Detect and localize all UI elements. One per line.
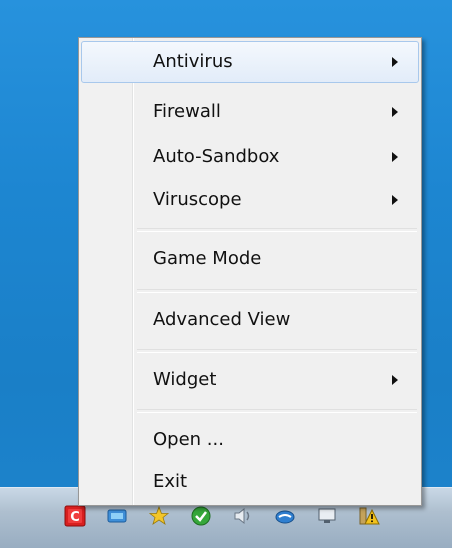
menu-separator	[137, 289, 417, 293]
tray-context-menu: Antivirus Firewall Auto-Sandbox Viruscop…	[78, 37, 422, 506]
network-icon[interactable]	[106, 505, 128, 527]
menu-item-label: Antivirus	[153, 51, 233, 72]
svg-text:C: C	[70, 510, 80, 525]
volume-icon[interactable]	[232, 505, 254, 527]
comodo-icon[interactable]: C	[64, 505, 86, 527]
menu-separator	[137, 349, 417, 353]
menu-item-label: Game Mode	[153, 248, 262, 269]
menu-item-label: Open ...	[153, 429, 224, 450]
menu-item-advanced-view[interactable]: Advanced View	[81, 299, 419, 341]
menu-item-viruscope[interactable]: Viruscope	[81, 179, 419, 221]
menu-item-antivirus[interactable]: Antivirus	[81, 41, 419, 83]
menu-item-open[interactable]: Open ...	[81, 419, 419, 461]
menu-separator	[137, 409, 417, 413]
submenu-arrow-icon	[392, 152, 398, 162]
submenu-arrow-icon	[392, 375, 398, 385]
menu-separator	[137, 228, 417, 232]
menu-item-auto-sandbox[interactable]: Auto-Sandbox	[81, 136, 419, 178]
menu-item-label: Widget	[153, 369, 217, 390]
action-center-warning-icon[interactable]	[358, 505, 380, 527]
menu-item-exit[interactable]: Exit	[81, 461, 419, 503]
submenu-arrow-icon	[392, 57, 398, 67]
star-icon[interactable]	[148, 505, 170, 527]
cloud-icon[interactable]	[274, 505, 296, 527]
menu-item-widget[interactable]: Widget	[81, 359, 419, 401]
monitor-icon[interactable]	[316, 505, 338, 527]
submenu-arrow-icon	[392, 195, 398, 205]
menu-item-label: Firewall	[153, 101, 221, 122]
security-shield-icon[interactable]	[190, 505, 212, 527]
menu-item-label: Auto-Sandbox	[153, 146, 280, 167]
menu-item-label: Exit	[153, 471, 188, 492]
submenu-arrow-icon	[392, 107, 398, 117]
menu-item-firewall[interactable]: Firewall	[81, 91, 419, 133]
menu-item-label: Viruscope	[153, 189, 242, 210]
menu-item-game-mode[interactable]: Game Mode	[81, 238, 419, 280]
menu-item-label: Advanced View	[153, 309, 291, 330]
